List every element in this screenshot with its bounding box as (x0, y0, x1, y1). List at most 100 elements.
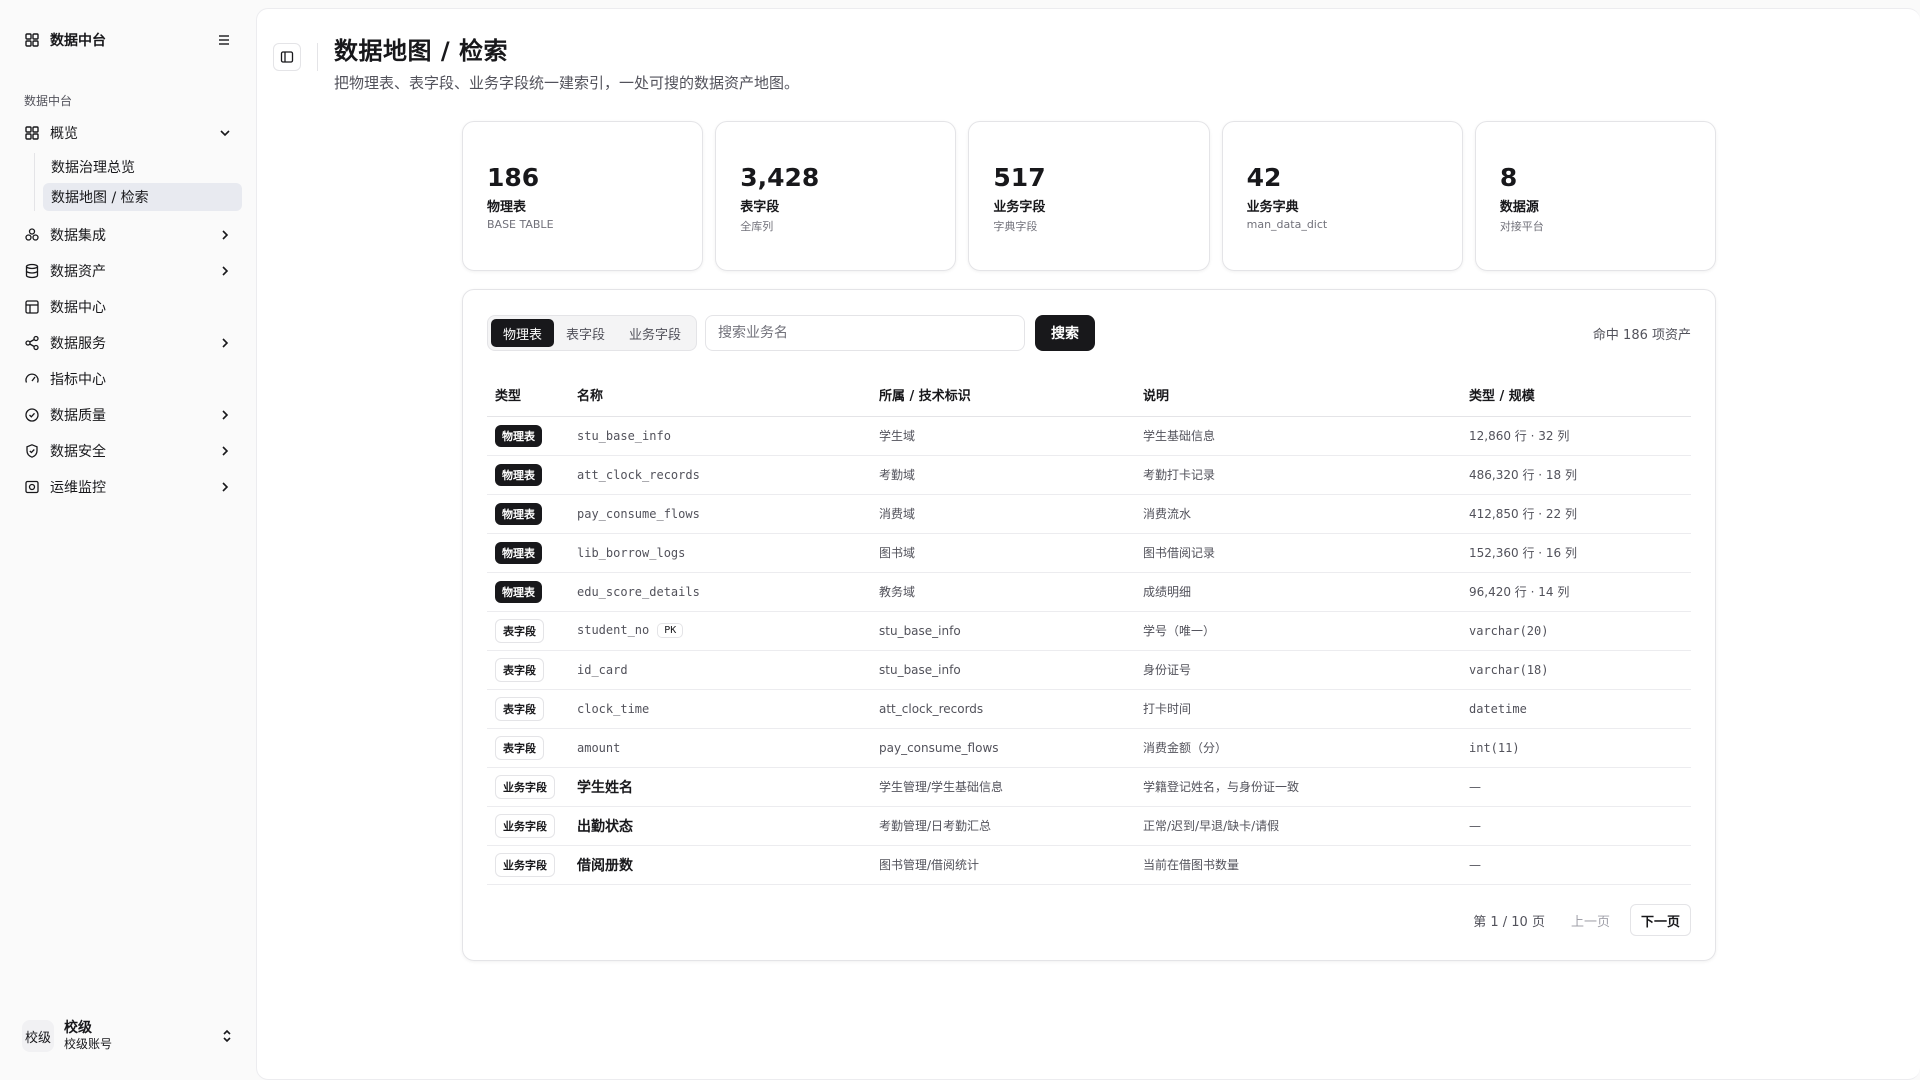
owner-cell: pay_consume_flows (871, 728, 1135, 768)
owner-cell: stu_base_info (871, 611, 1135, 651)
scale-cell: 412,850 行 · 22 列 (1461, 494, 1691, 534)
chevron-down-icon (220, 130, 230, 137)
chevron-right-icon (222, 230, 229, 240)
table-row[interactable]: 业务字段 借阅册数 图书管理/借阅统计 当前在借图书数量 — (487, 845, 1691, 885)
boxes-icon (25, 228, 39, 241)
next-page-button[interactable]: 下一页 (1629, 904, 1691, 936)
type-cell: 表字段 (487, 689, 569, 729)
check-circle-icon (25, 408, 39, 422)
table-icon (25, 300, 39, 314)
search-input[interactable] (705, 315, 1026, 351)
asset-name[interactable]: pay_consume_flows (577, 507, 700, 521)
prev-page-button[interactable]: 上一页 (1561, 904, 1620, 936)
table-row[interactable]: 物理表 pay_consume_flows 消费域 消费流水 412,850 行 · 2… (487, 494, 1691, 534)
scale-cell: — (1461, 845, 1691, 885)
desc-cell: 成绩明细 (1135, 572, 1461, 612)
asset-name[interactable]: stu_base_info (577, 429, 671, 443)
type-badge: 物理表 (495, 580, 542, 603)
search-toolbar: 物理表 表字段 业务字段 搜索 命中 186 项资产 (487, 314, 1691, 352)
table-row[interactable]: 物理表 edu_score_details 教务域 成绩明细 96,420 行 · 14… (487, 572, 1691, 612)
page-header: 数据地图 / 检索 把物理表、表字段、业务字段统一建索引，一处可搜的数据资产地图… (273, 29, 799, 93)
sidebar-item-metrics[interactable]: 指标中心 (14, 361, 242, 397)
type-badge: 表字段 (495, 735, 544, 760)
asset-name[interactable]: 出勤状态 (577, 819, 633, 835)
chevron-right-icon (222, 338, 229, 348)
brand-title: 数据中台 (50, 33, 106, 49)
tab-table-field[interactable]: 表字段 (554, 319, 617, 347)
asset-name[interactable]: lib_borrow_logs (577, 546, 685, 560)
page-subtitle: 把物理表、表字段、业务字段统一建索引，一处可搜的数据资产地图。 (334, 74, 800, 92)
type-cell: 物理表 (487, 455, 569, 495)
desc-cell: 学号（唯一） (1135, 611, 1461, 651)
stat-value: 42 (1246, 163, 1282, 192)
type-badge: 业务字段 (495, 774, 555, 799)
stat-label: 物理表 (487, 199, 527, 215)
column-header: 类型 / 规模 (1461, 374, 1691, 417)
sidebar: 数据中台 数据中台 概览 数据治理总览 数据地图 / 检索 数据集成 数据资产 (0, 0, 256, 1080)
sidebar-item-data-center[interactable]: 数据中心 (14, 289, 242, 325)
gauge-icon (25, 373, 39, 383)
table-row[interactable]: 物理表 stu_base_info 学生域 学生基础信息 12,860 行 · 32 列 (487, 416, 1691, 456)
asset-name[interactable]: clock_time (577, 702, 649, 716)
table-row[interactable]: 表字段 amount pay_consume_flows 消费金额（分） int(11) (487, 728, 1691, 768)
type-badge: 表字段 (495, 696, 544, 721)
sidebar-item-services[interactable]: 数据服务 (14, 325, 242, 361)
owner-cell: 考勤域 (871, 455, 1135, 495)
owner-cell: 消费域 (871, 494, 1135, 534)
name-cell: student_no PK (569, 611, 871, 651)
asset-name[interactable]: amount (577, 741, 620, 755)
user-switcher[interactable]: 校级 校级 校级账号 (14, 1008, 242, 1064)
table-row[interactable]: 表字段 student_no PK stu_base_info 学号（唯一） varcha… (487, 611, 1691, 651)
search-button[interactable]: 搜索 (1035, 315, 1096, 351)
name-cell: lib_borrow_logs (569, 533, 871, 573)
table-row[interactable]: 物理表 att_clock_records 考勤域 考勤打卡记录 486,320 行 ·… (487, 455, 1691, 495)
type-badge: 物理表 (495, 541, 542, 564)
owner-cell: 考勤管理/日考勤汇总 (871, 806, 1135, 846)
type-cell: 业务字段 (487, 806, 569, 846)
asset-name[interactable]: student_no (577, 623, 649, 637)
sidebar-item-assets[interactable]: 数据资产 (14, 253, 242, 289)
stats-row: 186 物理表 BASE TABLE 3,428 表字段 全库列 517 业务字… (462, 121, 1717, 271)
sidebar-item-quality[interactable]: 数据质量 (14, 397, 242, 433)
asset-name[interactable]: edu_score_details (577, 585, 700, 599)
search-panel: 物理表 表字段 业务字段 搜索 命中 186 项资产 类型 名称 所属 / 技术… (462, 289, 1716, 961)
asset-name[interactable]: 学生姓名 (577, 780, 633, 796)
name-cell: clock_time (569, 689, 871, 729)
asset-name[interactable]: 借阅册数 (577, 858, 633, 874)
type-badge: 表字段 (495, 618, 544, 643)
table-row[interactable]: 业务字段 出勤状态 考勤管理/日考勤汇总 正常/迟到/早退/缺卡/请假 — (487, 806, 1691, 846)
page-title: 数据地图 / 检索 (334, 37, 508, 65)
main-content: 数据地图 / 检索 把物理表、表字段、业务字段统一建索引，一处可搜的数据资产地图… (256, 8, 1920, 1080)
content-area: 186 物理表 BASE TABLE 3,428 表字段 全库列 517 业务字… (462, 121, 1717, 961)
column-header: 名称 (569, 374, 871, 417)
asset-name[interactable]: id_card (577, 663, 628, 677)
chevron-right-icon (222, 410, 229, 420)
table-row[interactable]: 物理表 lib_borrow_logs 图书域 图书借阅记录 152,360 行 · 1… (487, 533, 1691, 573)
menu-icon[interactable] (216, 32, 232, 48)
sidebar-item-overview[interactable]: 概览 (14, 115, 242, 151)
tab-physical-table[interactable]: 物理表 (491, 319, 555, 347)
table-row[interactable]: 业务字段 学生姓名 学生管理/学生基础信息 学籍登记姓名，与身份证一致 — (487, 767, 1691, 807)
sidebar-subitem-governance[interactable]: 数据治理总览 (43, 153, 242, 181)
table-row[interactable]: 表字段 clock_time att_clock_records 打卡时间 dateti… (487, 689, 1691, 729)
dashboard-icon (25, 126, 39, 140)
user-info: 校级 校级账号 (64, 1020, 210, 1053)
column-header: 所属 / 技术标识 (871, 374, 1135, 417)
nav-group-label: 数据中台 (24, 94, 73, 108)
type-badge: 表字段 (495, 657, 544, 682)
tab-business-field[interactable]: 业务字段 (617, 319, 693, 347)
table-row[interactable]: 表字段 id_card stu_base_info 身份证号 varchar(18) (487, 650, 1691, 690)
desc-cell: 打卡时间 (1135, 689, 1461, 729)
name-cell: 出勤状态 (569, 806, 871, 846)
stat-sub: 全库列 (740, 219, 774, 233)
sidebar-toggle-button[interactable] (273, 43, 301, 71)
type-cell: 物理表 (487, 494, 569, 534)
scale-cell: datetime (1461, 689, 1691, 729)
sidebar-item-monitoring[interactable]: 运维监控 (14, 469, 242, 505)
desc-cell: 图书借阅记录 (1135, 533, 1461, 573)
sidebar-subitem-data-map[interactable]: 数据地图 / 检索 (43, 183, 242, 211)
sidebar-item-integration[interactable]: 数据集成 (14, 217, 242, 253)
sidebar-item-security[interactable]: 数据安全 (14, 433, 242, 469)
sidebar-item-label: 数据服务 (50, 336, 106, 352)
asset-name[interactable]: att_clock_records (577, 468, 700, 482)
